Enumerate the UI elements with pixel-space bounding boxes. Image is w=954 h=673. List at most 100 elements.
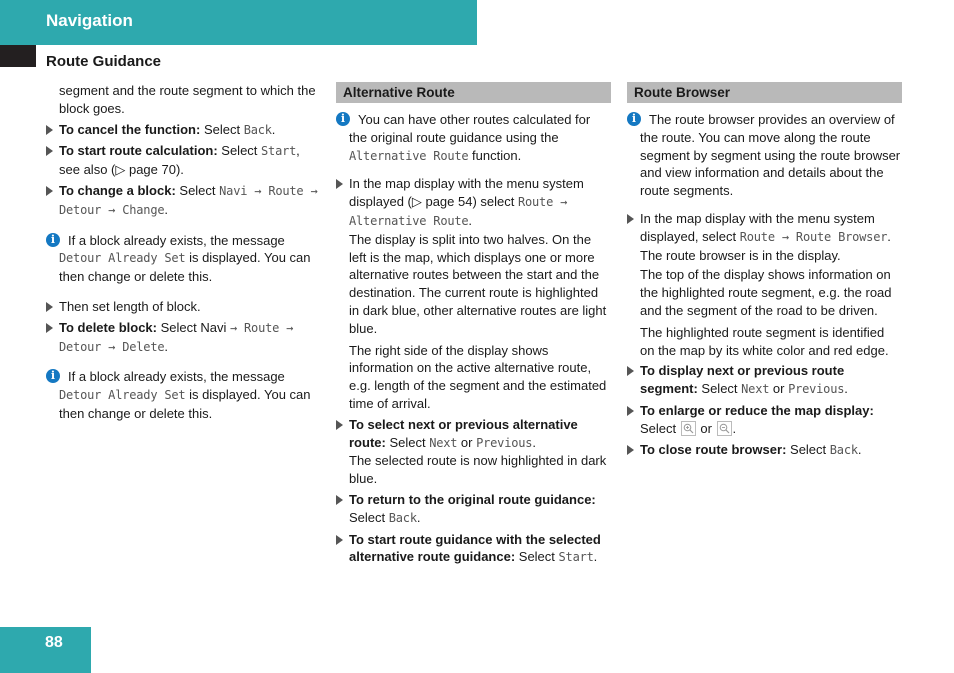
bullet-triangle-icon [627,213,634,224]
step-text: Select [697,381,742,397]
info-icon: i [46,369,60,384]
step-text: . [593,549,598,565]
info-note: i The route browser provides an overview… [627,111,902,200]
bullet-triangle-icon [46,124,53,135]
step-change-block: To change a block: Select Navi → Route →… [46,182,321,220]
note-text: The route browser provides an overview o… [640,112,901,199]
step-delete-block: To delete block: Select Navi → Route → D… [46,319,321,357]
menu-item-ref: Previous [476,435,533,450]
function-ref: Alternative Route [349,148,469,163]
step-text: Select [385,434,430,450]
section-title: Route Guidance [46,53,162,70]
page-number: 88 [45,634,63,651]
bullet-triangle-icon [336,419,343,430]
info-icon: i [336,112,350,126]
section-heading: Route Browser [627,82,902,103]
menu-item-ref: Start [261,144,297,159]
step-text: Then set length of block. [59,298,201,314]
step-text: . [164,338,168,354]
step-text: or [457,434,477,450]
step-zoom-map: To enlarge or reduce the map display: Se… [627,402,902,438]
description-text: The highlighted route segment is identif… [640,324,889,358]
menu-item-ref: Previous [788,382,845,397]
menu-item-ref: Back [388,510,417,525]
message-ref: Detour Already Set [59,388,186,403]
description-text: The right side of the display shows info… [349,342,607,411]
step-text: . [532,434,536,450]
step-open-alternative-route: In the map display with the menu system … [336,175,611,412]
step-label: To enlarge or reduce the map display: [640,402,874,418]
note-text: If a block already exists, the message [68,369,285,385]
zoom-in-icon [680,420,696,436]
column-route-guidance: segment and the route segment to which t… [46,82,321,435]
step-label: To start route calculation: [59,143,218,159]
info-icon: i [627,112,641,126]
step-text: . [468,212,473,228]
description-text: The selected route is now highlighted in… [349,453,607,487]
step-text: Select [640,420,680,436]
note-text: function. [468,147,522,163]
step-close-browser: To close route browser: Select Back. [627,441,902,460]
step-text: . [164,201,168,217]
menu-item-ref: Start [558,550,594,565]
step-label: To close route browser: [640,441,787,457]
step-text: . [416,509,421,525]
step-text: Select [217,143,262,159]
menu-item-ref: Back [829,442,858,457]
bullet-triangle-icon [46,301,53,312]
step-open-route-browser: In the map display with the menu system … [627,210,902,359]
step-start-alternative: To start route guidance with the selecte… [336,531,611,568]
section-marker [0,45,36,67]
info-note: i If a block already exists, the message… [46,232,321,286]
step-text: Select [349,509,389,525]
menu-item-ref: Next [429,435,458,450]
message-ref: Detour Already Set [59,251,186,266]
step-text: . [732,420,737,436]
step-set-length: Then set length of block. [46,298,321,316]
step-label: To cancel the function: [59,121,201,137]
step-start-calculation: To start route calculation: Select Start… [46,142,321,179]
step-label: To delete block: [59,319,157,335]
step-cancel-function: To cancel the function: Select Back. [46,121,321,140]
step-label: To change a block: [59,182,176,198]
column-alternative-route: Alternative Route i You can have other r… [336,82,611,570]
step-text: Select [515,549,559,565]
step-text: Select [786,441,830,457]
note-text: If a block already exists, the message [68,232,285,248]
step-text: Select [200,121,244,137]
description-text: The top of the display shows information… [640,267,892,318]
zoom-out-icon [716,420,732,436]
description-text: The route browser is in the display. [640,247,841,263]
step-text: Select [175,182,220,198]
bullet-triangle-icon [627,444,634,455]
chapter-title: Navigation [46,11,133,30]
menu-path-ref: Route → Route Browser [739,229,888,244]
bullet-triangle-icon [627,366,634,377]
info-note: i You can have other routes calculated f… [336,111,611,165]
step-text: or [696,420,716,436]
column-route-browser: Route Browser i The route browser provid… [627,82,902,462]
step-text: . [844,381,848,397]
bullet-triangle-icon [336,179,343,190]
bullet-triangle-icon [46,322,53,333]
step-return-original: To return to the original route guidance… [336,491,611,528]
step-next-previous-segment: To display next or previous route segmen… [627,362,902,399]
note-text: You can have other routes calculated for… [349,112,591,145]
step-text: . [271,121,276,137]
menu-item-ref: Next [741,382,770,397]
step-text: . [887,228,891,244]
info-note: i If a block already exists, the message… [46,368,321,422]
description-text: The display is split into two halves. On… [349,231,607,336]
bullet-triangle-icon [46,185,53,196]
intro-text: segment and the route segment to which t… [59,83,316,116]
menu-item-ref: Back [243,122,272,137]
bullet-triangle-icon [627,405,634,416]
bullet-triangle-icon [336,494,343,505]
step-label: To return to the original route guidance… [349,491,596,507]
bullet-triangle-icon [46,146,53,157]
step-text: . [857,441,862,457]
step-text: or [769,381,789,397]
step-text: Select Navi [157,319,230,335]
info-icon: i [46,232,60,247]
bullet-triangle-icon [336,534,343,545]
